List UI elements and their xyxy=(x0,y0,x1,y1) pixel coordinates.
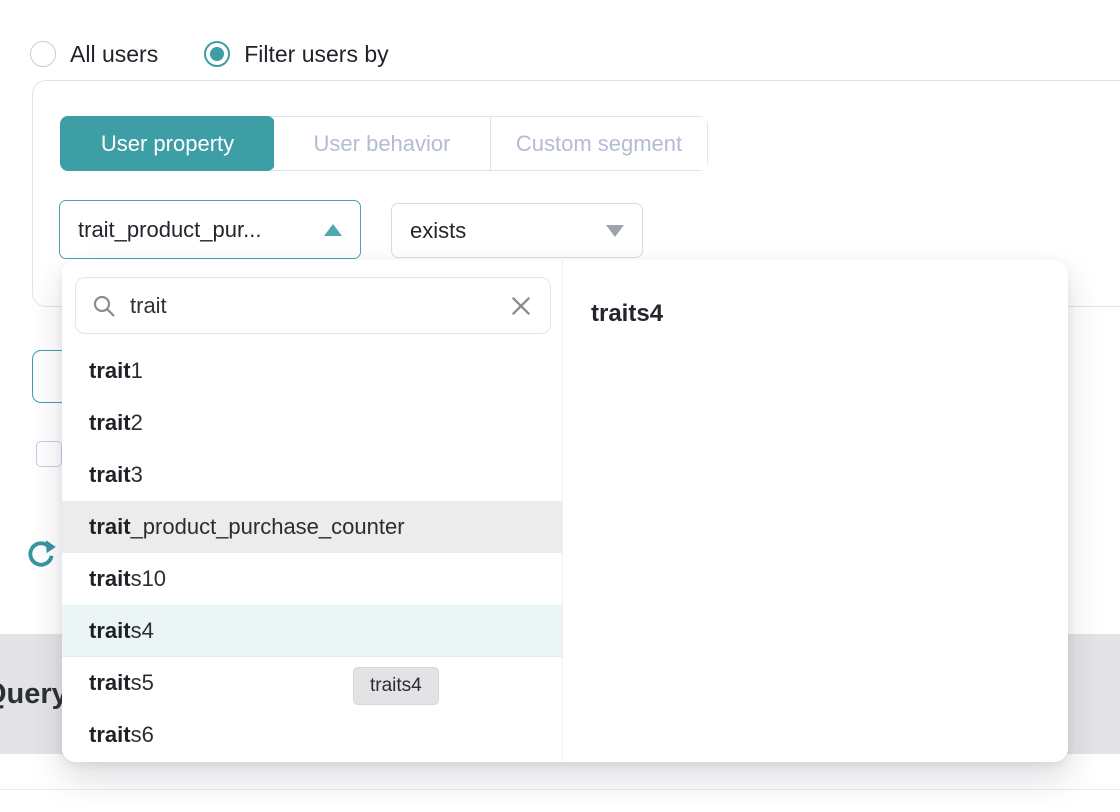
dropdown-search-box[interactable] xyxy=(75,277,551,334)
clear-search-icon[interactable] xyxy=(508,293,534,319)
radio-all-users[interactable]: All users xyxy=(30,41,158,68)
refresh-icon[interactable] xyxy=(26,539,56,569)
property-dropdown-list-panel: trait1 trait2 trait3 trait_product_purch… xyxy=(62,260,562,762)
option-traits10[interactable]: traits10 xyxy=(62,553,562,605)
screen: All users Filter users by User property … xyxy=(0,0,1120,812)
option-trait3[interactable]: trait3 xyxy=(62,449,562,501)
option-traits4[interactable]: traits4 xyxy=(62,605,562,657)
option-traits6[interactable]: traits6 xyxy=(62,709,562,761)
query-section-title: Query xyxy=(0,678,68,711)
section-divider xyxy=(0,789,1120,790)
option-trait1[interactable]: trait1 xyxy=(62,345,562,397)
option-trait-product-purchase-counter[interactable]: trait_product_purchase_counter xyxy=(62,501,562,553)
tab-user-behavior[interactable]: User behavior xyxy=(274,117,490,170)
search-icon xyxy=(92,294,116,318)
chevron-up-icon xyxy=(324,224,342,236)
chevron-down-icon xyxy=(606,225,624,237)
detail-title: traits4 xyxy=(591,300,663,328)
radio-filter-users-by[interactable]: Filter users by xyxy=(204,41,388,68)
operator-select[interactable]: exists xyxy=(391,203,643,258)
property-select-value: trait_product_pur... xyxy=(78,217,261,243)
option-traits5[interactable]: traits5 xyxy=(62,657,562,709)
dropdown-options: trait1 trait2 trait3 trait_product_purch… xyxy=(62,345,562,761)
filter-users-by-label: Filter users by xyxy=(244,41,388,68)
filter-tab-group: User property User behavior Custom segme… xyxy=(60,116,708,171)
tooltip: traits4 xyxy=(353,667,439,705)
tab-custom-segment[interactable]: Custom segment xyxy=(490,117,707,170)
dropdown-search-input[interactable] xyxy=(130,293,494,319)
tab-user-property[interactable]: User property xyxy=(60,116,275,171)
all-users-label: All users xyxy=(70,41,158,68)
audience-radio-group: All users Filter users by xyxy=(30,38,389,70)
checkbox[interactable] xyxy=(36,441,62,467)
property-select[interactable]: trait_product_pur... xyxy=(59,200,361,259)
property-detail-panel: traits4 xyxy=(562,260,1068,762)
option-trait2[interactable]: trait2 xyxy=(62,397,562,449)
operator-select-value: exists xyxy=(410,218,466,244)
property-dropdown-popover: trait1 trait2 trait3 trait_product_purch… xyxy=(62,260,1068,762)
radio-selected-icon[interactable] xyxy=(204,41,230,67)
radio-unselected-icon[interactable] xyxy=(30,41,56,67)
